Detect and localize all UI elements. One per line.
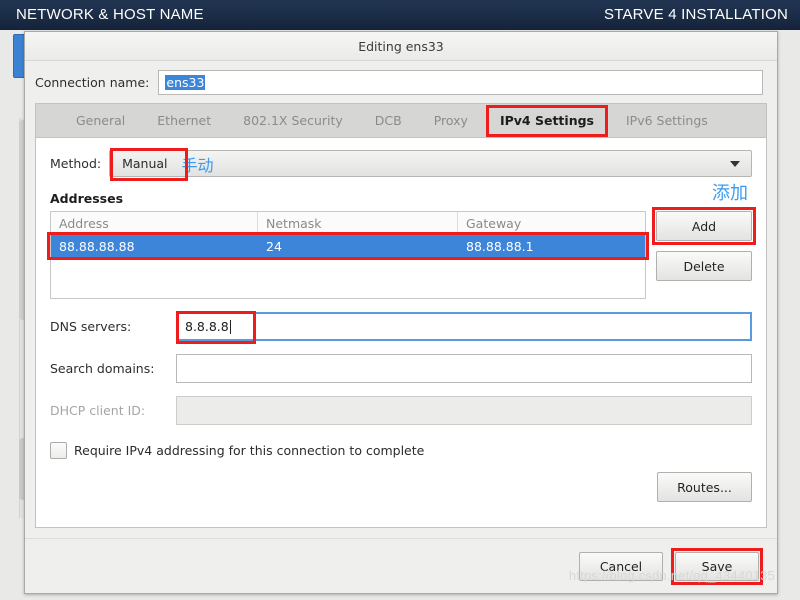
tab-ipv4-settings[interactable]: IPv4 Settings — [483, 104, 610, 137]
dns-servers-value: 8.8.8.8 — [185, 319, 229, 334]
tab-dcb[interactable]: DCB — [359, 104, 418, 137]
tab-general-label: General — [76, 113, 126, 128]
dhcp-client-id-label: DHCP client ID: — [50, 403, 146, 418]
installer-product-title: STARVE 4 INSTALLATION — [604, 6, 788, 23]
tab-general[interactable]: General — [60, 104, 141, 137]
cancel-button[interactable]: Cancel — [579, 551, 663, 581]
method-label: Method: — [50, 156, 102, 171]
text-caret — [229, 319, 231, 334]
add-annotation-cn: 添加 — [712, 183, 748, 204]
tab-8021x-security[interactable]: 802.1X Security — [227, 104, 359, 137]
edit-connection-dialog: Editing ens33 Connection name: ens33 Gen… — [24, 31, 778, 594]
addresses-table-header: Address Netmask Gateway — [51, 212, 645, 235]
tab-ethernet-label: Ethernet — [157, 113, 212, 128]
method-dropdown[interactable]: Manual 手动 — [109, 148, 752, 181]
tab-ipv4-settings-label: IPv4 Settings — [499, 113, 594, 128]
tab-dcb-label: DCB — [374, 113, 402, 128]
dns-servers-label: DNS servers: — [50, 319, 132, 334]
column-header-gateway: Gateway — [466, 215, 522, 231]
require-ipv4-row[interactable]: Require IPv4 addressing for this connect… — [50, 442, 752, 459]
highlight-box-method — [110, 148, 189, 181]
tab-ethernet[interactable]: Ethernet — [141, 104, 227, 137]
method-row: Method: Manual 手动 — [50, 148, 752, 181]
dialog-titlebar: Editing ens33 — [25, 32, 777, 61]
routes-button[interactable]: Routes... — [657, 472, 752, 502]
table-row[interactable]: 88.88.88.88 24 88.88.88.1 — [47, 232, 649, 260]
addresses-table[interactable]: Address Netmask Gateway 88.88.88.88 24 8… — [47, 211, 649, 299]
installer-screen-title: NETWORK & HOST NAME — [16, 6, 204, 23]
save-button[interactable]: Save — [675, 551, 759, 581]
tab-8021x-security-label: 802.1X Security — [243, 113, 343, 128]
installer-header-bar: NETWORK & HOST NAME STARVE 4 INSTALLATIO… — [0, 0, 800, 30]
tab-ipv6-settings[interactable]: IPv6 Settings — [610, 104, 724, 137]
dns-servers-row: DNS servers: 8.8.8.8 — [50, 311, 752, 344]
tab-bar: General Ethernet 802.1X Security DCB Pro… — [36, 104, 766, 138]
add-button[interactable]: Add — [656, 211, 752, 241]
require-ipv4-label: Require IPv4 addressing for this connect… — [74, 443, 425, 458]
tab-ipv6-settings-label: IPv6 Settings — [625, 113, 708, 128]
search-domains-input[interactable] — [176, 354, 752, 383]
dhcp-client-id-input — [176, 396, 752, 425]
cell-netmask: 24 — [266, 238, 282, 254]
require-ipv4-checkbox[interactable] — [50, 442, 67, 459]
tab-proxy[interactable]: Proxy — [418, 104, 484, 137]
addresses-area: Address Netmask Gateway 88.88.88.88 24 8… — [47, 183, 756, 299]
search-domains-label: Search domains: — [50, 361, 155, 376]
chevron-down-icon — [730, 160, 740, 167]
connection-name-label: Connection name: — [35, 75, 150, 90]
cell-gateway: 88.88.88.1 — [466, 238, 534, 254]
dialog-title: Editing ens33 — [358, 38, 444, 54]
search-domains-row: Search domains: — [50, 354, 752, 383]
connection-name-row: Connection name: ens33 — [25, 61, 777, 103]
addresses-section-label: Addresses — [50, 191, 124, 206]
connection-name-input[interactable]: ens33 — [158, 70, 763, 95]
ipv4-settings-page: Method: Manual 手动 Addresses Address Netm… — [36, 138, 766, 527]
routes-row: Routes... — [50, 472, 752, 502]
addresses-buttons: 添加 Add Delete — [652, 183, 756, 281]
cell-address: 88.88.88.88 — [59, 238, 135, 254]
connection-name-value: ens33 — [165, 75, 206, 90]
tab-proxy-label: Proxy — [433, 113, 468, 128]
delete-button[interactable]: Delete — [656, 251, 752, 281]
dialog-action-bar: Cancel Save https://blog.csdn.net/qq_434… — [25, 538, 777, 593]
column-header-address: Address — [51, 212, 258, 234]
dns-servers-input[interactable]: 8.8.8.8 — [176, 311, 752, 344]
column-header-netmask: Netmask — [258, 212, 458, 234]
settings-notebook: General Ethernet 802.1X Security DCB Pro… — [35, 103, 767, 528]
dhcp-client-id-row: DHCP client ID: — [50, 396, 752, 425]
